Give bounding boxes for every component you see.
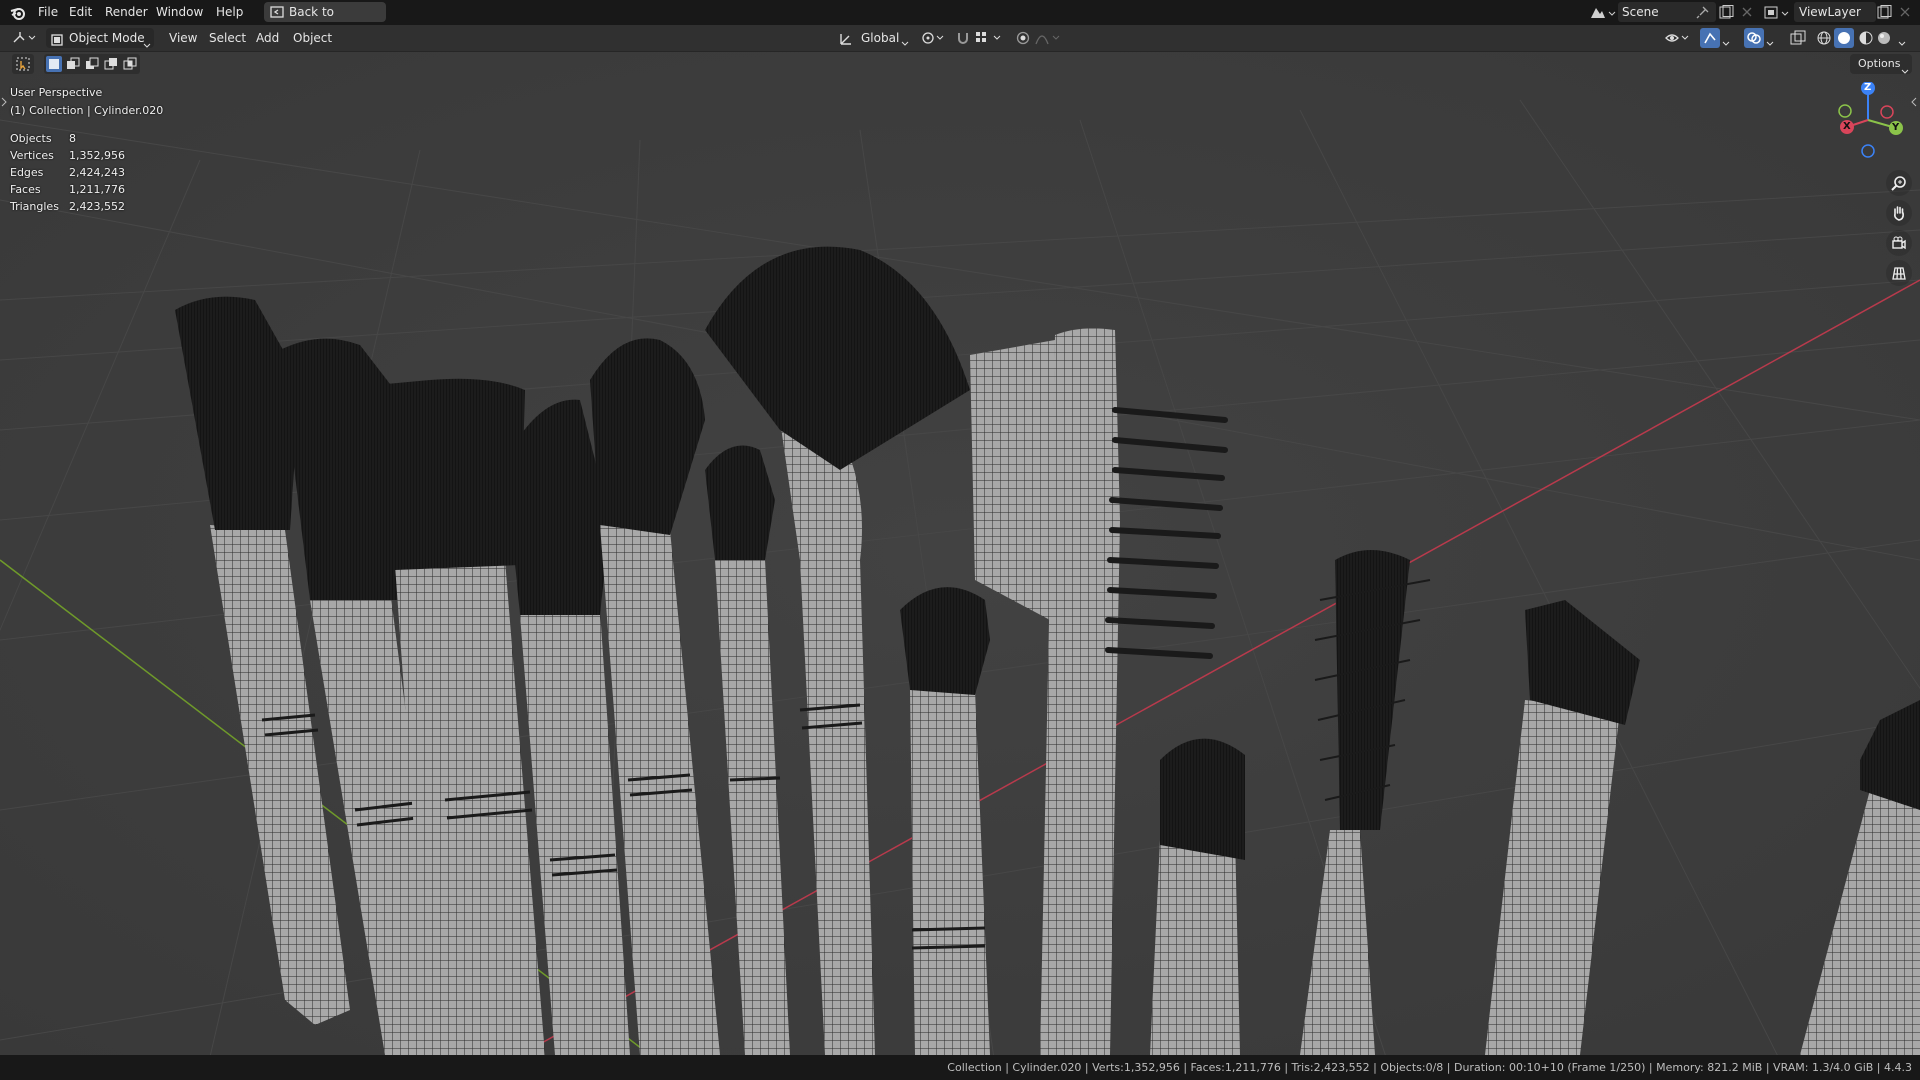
- falloff-icon[interactable]: [1034, 30, 1062, 46]
- toolbar-toggle-icon[interactable]: [0, 96, 8, 107]
- select-new-icon[interactable]: [46, 56, 62, 72]
- transform-orientation-icon[interactable]: [838, 31, 854, 47]
- magnifier-icon: [1891, 175, 1907, 191]
- stat-value: 2,424,243: [69, 166, 125, 179]
- overlays-dropdown-icon[interactable]: [1766, 36, 1774, 46]
- chevron-down-icon: [143, 35, 151, 48]
- editor-type-icon[interactable]: [12, 30, 38, 46]
- blender-logo-icon[interactable]: [9, 4, 27, 22]
- select-extend-icon[interactable]: [65, 56, 81, 72]
- status-bar: Collection | Cylinder.020 | Verts:1,352,…: [0, 1055, 1920, 1080]
- scene-name: Scene: [1622, 5, 1659, 19]
- camera-view-button[interactable]: [1886, 230, 1912, 256]
- select-subtract-icon[interactable]: [84, 56, 100, 72]
- menu-window[interactable]: Window: [148, 0, 211, 25]
- gizmo-z-label: Z: [1864, 82, 1872, 93]
- delete-view-layer-icon[interactable]: [1898, 5, 1912, 19]
- hand-icon: [1891, 205, 1907, 221]
- mode-label: Object Mode: [69, 31, 145, 45]
- pan-button[interactable]: [1886, 200, 1912, 226]
- object-mode-icon: [51, 32, 63, 46]
- stat-value: 8: [69, 132, 76, 145]
- gizmo-y-label: Y: [1892, 122, 1900, 133]
- options-label: Options: [1858, 57, 1901, 70]
- mode-dropdown[interactable]: Object Mode: [46, 28, 154, 48]
- menu-add[interactable]: Add: [249, 25, 286, 51]
- menu-view[interactable]: View: [162, 25, 204, 51]
- 3d-viewport[interactable]: User Perspective (1) Collection | Cylind…: [0, 52, 1920, 1055]
- select-tool-button[interactable]: [12, 54, 34, 74]
- material-shading-icon[interactable]: [1858, 30, 1874, 46]
- cursor-icon: [16, 57, 30, 71]
- options-dropdown[interactable]: Options: [1850, 54, 1912, 74]
- menu-select[interactable]: Select: [202, 25, 253, 51]
- select-intersect-icon[interactable]: [122, 56, 138, 72]
- projection-toggle-button[interactable]: [1886, 260, 1912, 286]
- snap-toggle-icon[interactable]: [955, 30, 971, 46]
- gizmo-x-label: X: [1843, 121, 1851, 132]
- zoom-button[interactable]: [1886, 170, 1912, 196]
- dome-brush: [1150, 738, 1245, 1055]
- menu-edit[interactable]: Edit: [61, 0, 100, 25]
- stat-value: 2,423,552: [69, 200, 125, 213]
- delete-scene-icon[interactable]: [1740, 5, 1754, 19]
- menu-help[interactable]: Help: [208, 0, 251, 25]
- rendered-shading-icon[interactable]: [1876, 30, 1892, 46]
- stat-value: 1,352,956: [69, 149, 125, 162]
- new-view-layer-icon[interactable]: [1876, 5, 1892, 20]
- selection-mode-group: [44, 54, 140, 74]
- wireframe-shading-icon[interactable]: [1816, 30, 1832, 46]
- overlays-toggle-icon[interactable]: [1744, 28, 1764, 48]
- scene-render: [0, 52, 1920, 1055]
- collection-label: (1) Collection | Cylinder.020: [10, 104, 164, 117]
- scene-field[interactable]: Scene: [1618, 2, 1716, 22]
- view-layer-icon[interactable]: [1762, 4, 1790, 22]
- pin-icon[interactable]: [1696, 5, 1710, 19]
- viewport-header: Object Mode View Select Add Object Globa…: [0, 25, 1920, 52]
- scene-icon[interactable]: [1588, 4, 1616, 22]
- view-layer-field[interactable]: ViewLayer: [1794, 2, 1876, 22]
- stat-value: 1,211,776: [69, 183, 125, 196]
- snap-target-icon[interactable]: [974, 30, 1004, 46]
- top-menu-bar: File Edit Render Window Help Back to Pre…: [0, 0, 1920, 39]
- back-icon: [270, 5, 284, 19]
- pivot-point-icon[interactable]: [920, 30, 946, 46]
- navigation-gizmo[interactable]: Z Y X: [1830, 81, 1906, 158]
- back-to-previous-button[interactable]: Back to Previous: [264, 2, 386, 39]
- gizmo-toggle-icon[interactable]: [1700, 28, 1720, 48]
- select-invert-icon[interactable]: [103, 56, 119, 72]
- proportional-edit-icon[interactable]: [1015, 30, 1031, 46]
- new-scene-icon[interactable]: [1718, 5, 1734, 20]
- view-layer-name: ViewLayer: [1799, 5, 1861, 19]
- status-text: Collection | Cylinder.020 | Verts:1,352,…: [947, 1061, 1912, 1074]
- solid-shading-icon[interactable]: [1834, 28, 1854, 48]
- menu-object[interactable]: Object: [286, 25, 339, 51]
- visibility-icon[interactable]: [1664, 30, 1690, 46]
- menu-render[interactable]: Render: [97, 0, 156, 25]
- transform-orientation-dropdown[interactable]: Global: [854, 25, 906, 51]
- camera-icon: [1891, 235, 1907, 251]
- chevron-down-icon: [901, 36, 909, 46]
- xray-toggle-icon[interactable]: [1790, 30, 1806, 46]
- perspective-label: User Perspective: [10, 86, 103, 99]
- grid-icon: [1891, 265, 1907, 281]
- chevron-down-icon: [1901, 62, 1909, 74]
- gizmo-dropdown-icon[interactable]: [1722, 36, 1730, 46]
- shading-dropdown-icon[interactable]: [1898, 36, 1906, 46]
- sidebar-toggle-icon[interactable]: [1910, 96, 1918, 107]
